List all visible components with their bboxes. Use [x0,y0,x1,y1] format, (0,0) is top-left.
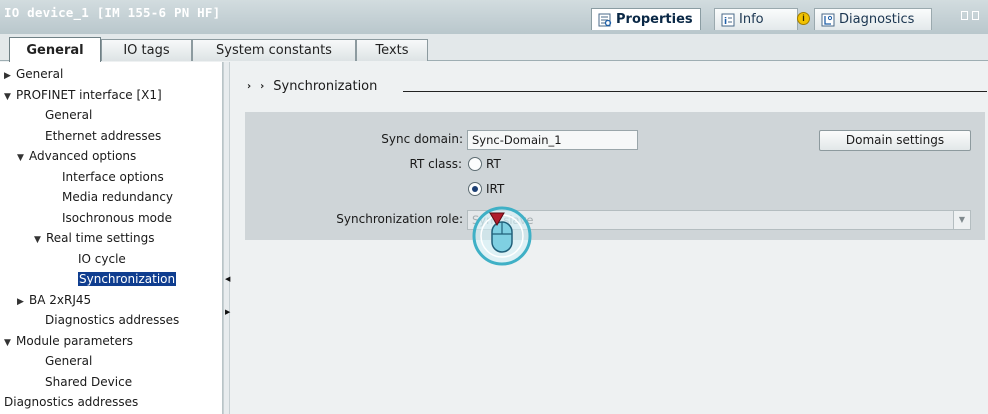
diagnostics-icon [821,13,835,27]
tree-item-interface-options[interactable]: Interface options [62,167,164,187]
tree-item-label: Media redundancy [62,190,174,204]
tree-item-real-time-settings[interactable]: ▼ Real time settings [34,228,154,248]
domain-settings-button[interactable]: Domain settings [819,130,971,151]
tree-item-label: Synchronization [78,272,177,286]
tab-info-label: Info [739,12,764,27]
sync-domain-field[interactable]: Sync-Domain_1 [467,130,638,150]
tree-item-module-parameters[interactable]: ▼ Module parameters [4,331,133,351]
tab-properties-label: Properties [616,12,693,27]
expand-down-icon[interactable]: ▼ [4,333,16,353]
sync-domain-label: Sync domain: [381,132,463,146]
tree-item-label: Shared Device [45,374,133,389]
section-title: Synchronization [273,79,378,94]
tree-item-label: IO cycle [78,251,126,266]
chevron-down-icon: ▼ [953,211,970,229]
tree-item-label: Interface options [62,169,164,184]
dock-window-icon[interactable] [972,11,979,20]
chevron-right-icon[interactable]: › [247,81,251,92]
expand-down-icon[interactable]: ▼ [4,87,16,107]
tree-item-label: Diagnostics addresses [4,395,139,409]
section-divider [403,91,987,92]
rt-radio-label: RT [486,157,501,171]
info-badge-icon: i [797,12,810,25]
tree-item-synchronization[interactable]: Synchronization [78,269,177,289]
navigation-tree: ▶ General ▼ PROFINET interface [X1] General E… [0,62,223,414]
collapse-left-icon[interactable]: ◀ [225,276,230,283]
tree-item-media-redundancy[interactable]: Media redundancy [62,187,173,207]
tree-item-label: Diagnostics addresses [45,313,180,327]
subtab-texts[interactable]: Texts [356,39,428,61]
panel-splitter[interactable]: ◀ ▶ [223,62,230,414]
tree-item-diagnostics-addresses[interactable]: Diagnostics addresses [4,392,138,412]
restore-window-icon[interactable] [961,11,968,20]
properties-icon [598,13,612,27]
click-cursor-icon [471,205,533,267]
tree-item-label: Advanced options [29,149,137,163]
tree-item-general[interactable]: ▶ General [4,64,63,84]
tree-item-advanced-options[interactable]: ▼ Advanced options [17,146,136,166]
collapse-right-icon[interactable]: ▶ [4,66,16,86]
tree-item-ethernet-addresses[interactable]: Ethernet addresses [45,126,161,146]
tree-item-general[interactable]: General [45,351,92,371]
tree-item-isochronous-mode[interactable]: Isochronous mode [62,208,172,228]
tree-item-label: Module parameters [16,333,134,348]
subtab-general[interactable]: General [9,37,101,62]
property-tabs: General IO tags System constants Texts [0,34,988,62]
tab-diagnostics-label: Diagnostics [839,12,915,27]
tab-info[interactable]: i Info [714,8,798,30]
tab-properties[interactable]: Properties [591,8,701,30]
tree-item-label: Real time settings [46,231,155,245]
tree-item-label: PROFINET interface [X1] [16,87,162,102]
tree-item-label: General [16,67,64,81]
tree-item-label: BA 2xRJ45 [29,292,92,307]
tree-item-shared-device[interactable]: Shared Device [45,372,132,392]
rt-class-label: RT class: [409,157,462,171]
sync-role-dropdown: Sync slave ▼ [467,210,971,230]
expand-down-icon[interactable]: ▼ [34,230,46,250]
sync-role-label: Synchronization role: [336,212,463,226]
tree-item-label: Isochronous mode [62,210,172,225]
svg-text:i: i [724,17,727,27]
chevron-right-icon[interactable]: › [260,81,264,92]
irt-radio-label: IRT [486,182,505,196]
tree-item-label: Ethernet addresses [45,128,162,143]
tree-item-profinet-interface-x1[interactable]: ▼ PROFINET interface [X1] [4,85,162,105]
content-area: › › Synchronization Sync domain: Sync-Do… [231,62,988,414]
rt-radio[interactable] [468,157,482,171]
subtab-io-tags[interactable]: IO tags [101,39,192,61]
tree-item-diagnostics-addresses[interactable]: Diagnostics addresses [45,310,179,330]
tree-item-general[interactable]: General [45,105,92,125]
irt-radio[interactable] [468,182,482,196]
expand-down-icon[interactable]: ▼ [17,148,29,168]
window-title-bar: IO device_1 [IM 155-6 PN HF] Properties … [0,0,988,34]
tree-item-label: General [45,354,93,368]
section-header: › › Synchronization [247,79,377,94]
tree-item-io-cycle[interactable]: IO cycle [78,249,126,269]
window-title: IO device_1 [IM 155-6 PN HF] [4,5,221,20]
collapse-right-icon[interactable]: ▶ [17,292,29,312]
synchronization-panel: Sync domain: Sync-Domain_1 Domain settin… [245,112,985,240]
tree-item-label: General [45,108,93,122]
expand-right-icon[interactable]: ▶ [225,309,230,316]
tree-item-ba-2xrj45[interactable]: ▶ BA 2xRJ45 [17,290,91,310]
tab-diagnostics[interactable]: Diagnostics [814,8,932,30]
info-list-icon: i [721,13,735,27]
subtab-system-constants[interactable]: System constants [192,39,356,61]
